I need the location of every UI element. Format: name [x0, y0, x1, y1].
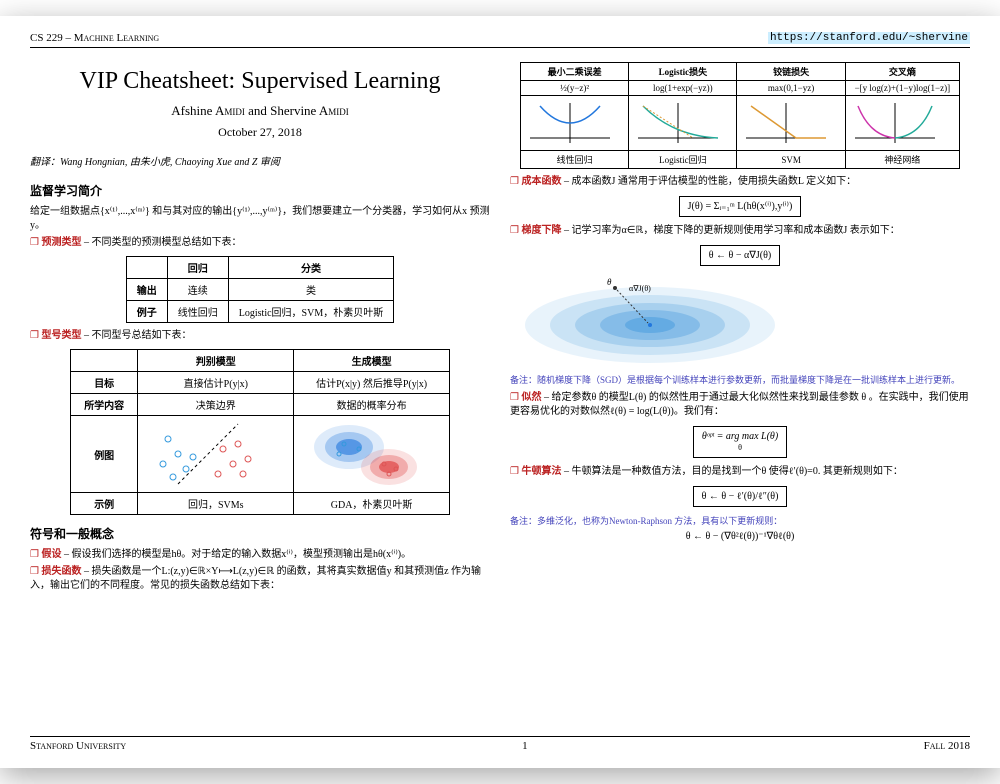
left-column: VIP Cheatsheet: Supervised Learning Afsh…	[30, 56, 490, 696]
svg-text:θ: θ	[607, 277, 612, 287]
section-notation: 符号和一般概念	[30, 525, 490, 542]
newton-equation: θ ← θ − ℓ′(θ)/ℓ″(θ)	[693, 486, 788, 507]
bullet-likelihood: 似然 – 给定参数θ 的模型L(θ) 的似然性用于通过最大化似然性来找到最佳参数…	[510, 391, 970, 419]
header: CS 229 – Machine Learning https://stanfo…	[30, 32, 970, 48]
page-number: 1	[522, 740, 528, 752]
gd-illustration: θ α∇J(θ)	[510, 270, 970, 370]
note-sgd: 备注：随机梯度下降（SGD）是根据每个训练样本进行参数更新，而批量梯度下降是在一…	[510, 374, 970, 387]
bullet-gd: 梯度下降 – 记学习率为α∈ℝ，梯度下降的更新规则使用学习率和成本函数J 表示如…	[510, 224, 970, 238]
bullet-loss: 损失函数 – 损失函数是一个L:(z,y)∈ℝ×Y⟼L(z,y)∈ℝ 的函数，其…	[30, 565, 490, 593]
svg-text:α∇J(θ): α∇J(θ)	[629, 284, 651, 293]
url-link[interactable]: https://stanford.edu/~shervine	[768, 32, 970, 44]
course-label: CS 229 – Machine Learning	[30, 32, 159, 44]
footer-left: Stanford University	[30, 740, 126, 752]
bullet-pred-type: 预测类型 – 不同类型的预测模型总结如下表：	[30, 236, 490, 250]
cost-equation: J(θ) = Σᵢ₌₁ᵐ L(hθ(x⁽ⁱ⁾),y⁽ⁱ⁾)	[679, 196, 802, 217]
gd-equation: θ ← θ − α∇J(θ)	[700, 245, 781, 266]
date: October 27, 2018	[30, 125, 490, 140]
model-type-table: 判别模型生成模型 目标直接估计P(y|x)估计P(x|y) 然后推导P(y|x)…	[70, 349, 450, 515]
discrim-illustration	[138, 416, 294, 493]
page-title: VIP Cheatsheet: Supervised Learning	[30, 68, 490, 95]
intro-text: 给定一组数据点{x⁽¹⁾,...,x⁽ᵐ⁾} 和与其对应的输出{y⁽¹⁾,...…	[30, 205, 490, 233]
bullet-model-type: 型号类型 – 不同型号总结如下表：	[30, 329, 490, 343]
newton-multi-equation: θ ← θ − (∇θ²ℓ(θ))⁻¹∇θℓ(θ)	[686, 531, 795, 542]
content-columns: VIP Cheatsheet: Supervised Learning Afsh…	[30, 56, 970, 696]
ml-equation: θᵒᵖᵗ = arg max L(θ)θ	[693, 426, 787, 458]
gen-illustration	[294, 416, 450, 493]
footer: Stanford University 1 Fall 2018	[30, 736, 970, 752]
authors: Afshine Amidi and Shervine Amidi	[30, 103, 490, 119]
page: CS 229 – Machine Learning https://stanfo…	[0, 16, 1000, 768]
note-newton: 备注：多维泛化，也称为Newton-Raphson 方法，具有以下更新规则：	[510, 515, 970, 528]
bullet-hypothesis: 假设 – 假设我们选择的模型是hθ。对于给定的输入数据x⁽ⁱ⁾，模型预测输出是h…	[30, 548, 490, 562]
pred-type-table: 回归分类 输出连续类 例子线性回归Logistic回归，SVM，朴素贝叶斯	[126, 256, 394, 323]
footer-right: Fall 2018	[924, 740, 970, 752]
bullet-cost: 成本函数 – 成本函数J 通常用于评估模型的性能，使用损失函数L 定义如下：	[510, 175, 970, 189]
bullet-newton: 牛顿算法 – 牛顿算法是一种数值方法，目的是找到一个θ 使得ℓ′(θ)=0. 其…	[510, 465, 970, 479]
loss-table: 最小二乘误差Logistic损失铰链损失交叉熵 ½(y−z)²log(1+exp…	[520, 62, 960, 169]
right-column: 最小二乘误差Logistic损失铰链损失交叉熵 ½(y−z)²log(1+exp…	[510, 56, 970, 696]
section-intro: 监督学习简介	[30, 182, 490, 199]
translators: 翻译：Wang Hongnian, 由朱小虎, Chaoying Xue and…	[30, 156, 490, 170]
